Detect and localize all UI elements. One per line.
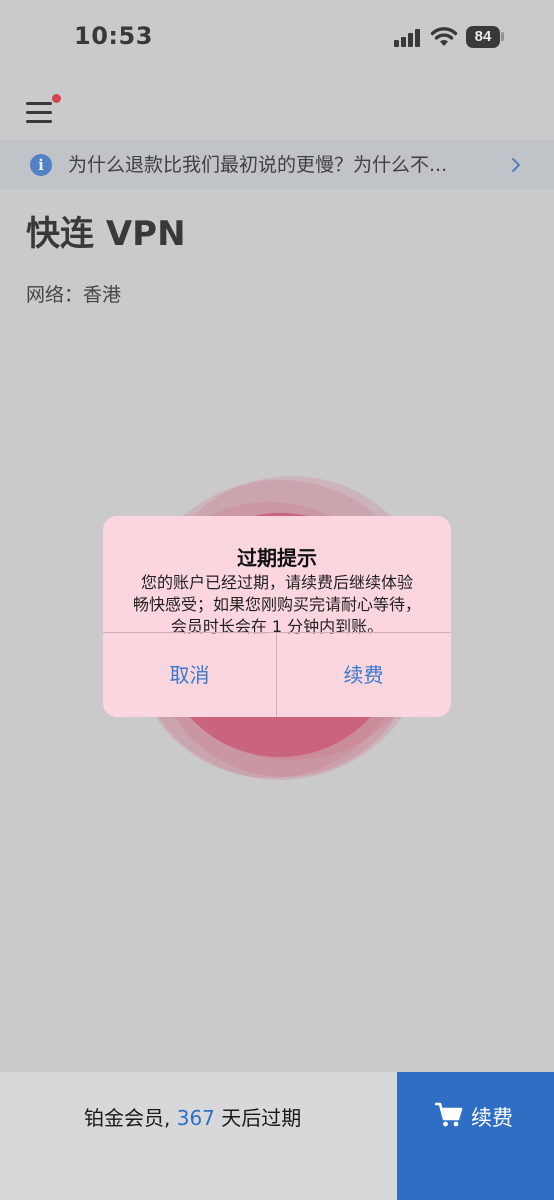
expiry-dialog: 过期提示 您的账户已经过期，请续费后继续体验 畅快感受；如果您刚购买完请耐心等待… <box>103 516 451 717</box>
dialog-message: 您的账户已经过期，请续费后继续体验 畅快感受；如果您刚购买完请耐心等待， 会员时… <box>127 572 427 638</box>
dialog-title: 过期提示 <box>237 546 317 570</box>
dialog-message-line: 畅快感受；如果您刚购买完请耐心等待， <box>132 595 421 614</box>
bottom-bar: 铂金会员, 367 天后过期 续费 <box>0 1072 554 1200</box>
cart-icon <box>435 1102 463 1127</box>
footer-renew-button[interactable]: 续费 <box>397 1072 554 1200</box>
cancel-button[interactable]: 取消 <box>103 633 276 717</box>
dialog-message-line: 您的账户已经过期，请续费后继续体验 <box>140 573 413 592</box>
membership-suffix: 天后过期 <box>214 1106 302 1130</box>
footer-renew-label: 续费 <box>471 1106 513 1130</box>
days-remaining: 367 <box>176 1106 215 1130</box>
renew-button[interactable]: 续费 <box>277 633 450 717</box>
membership-prefix: 铂金会员, <box>84 1106 177 1130</box>
membership-status: 铂金会员, 367 天后过期 <box>84 1102 301 1131</box>
